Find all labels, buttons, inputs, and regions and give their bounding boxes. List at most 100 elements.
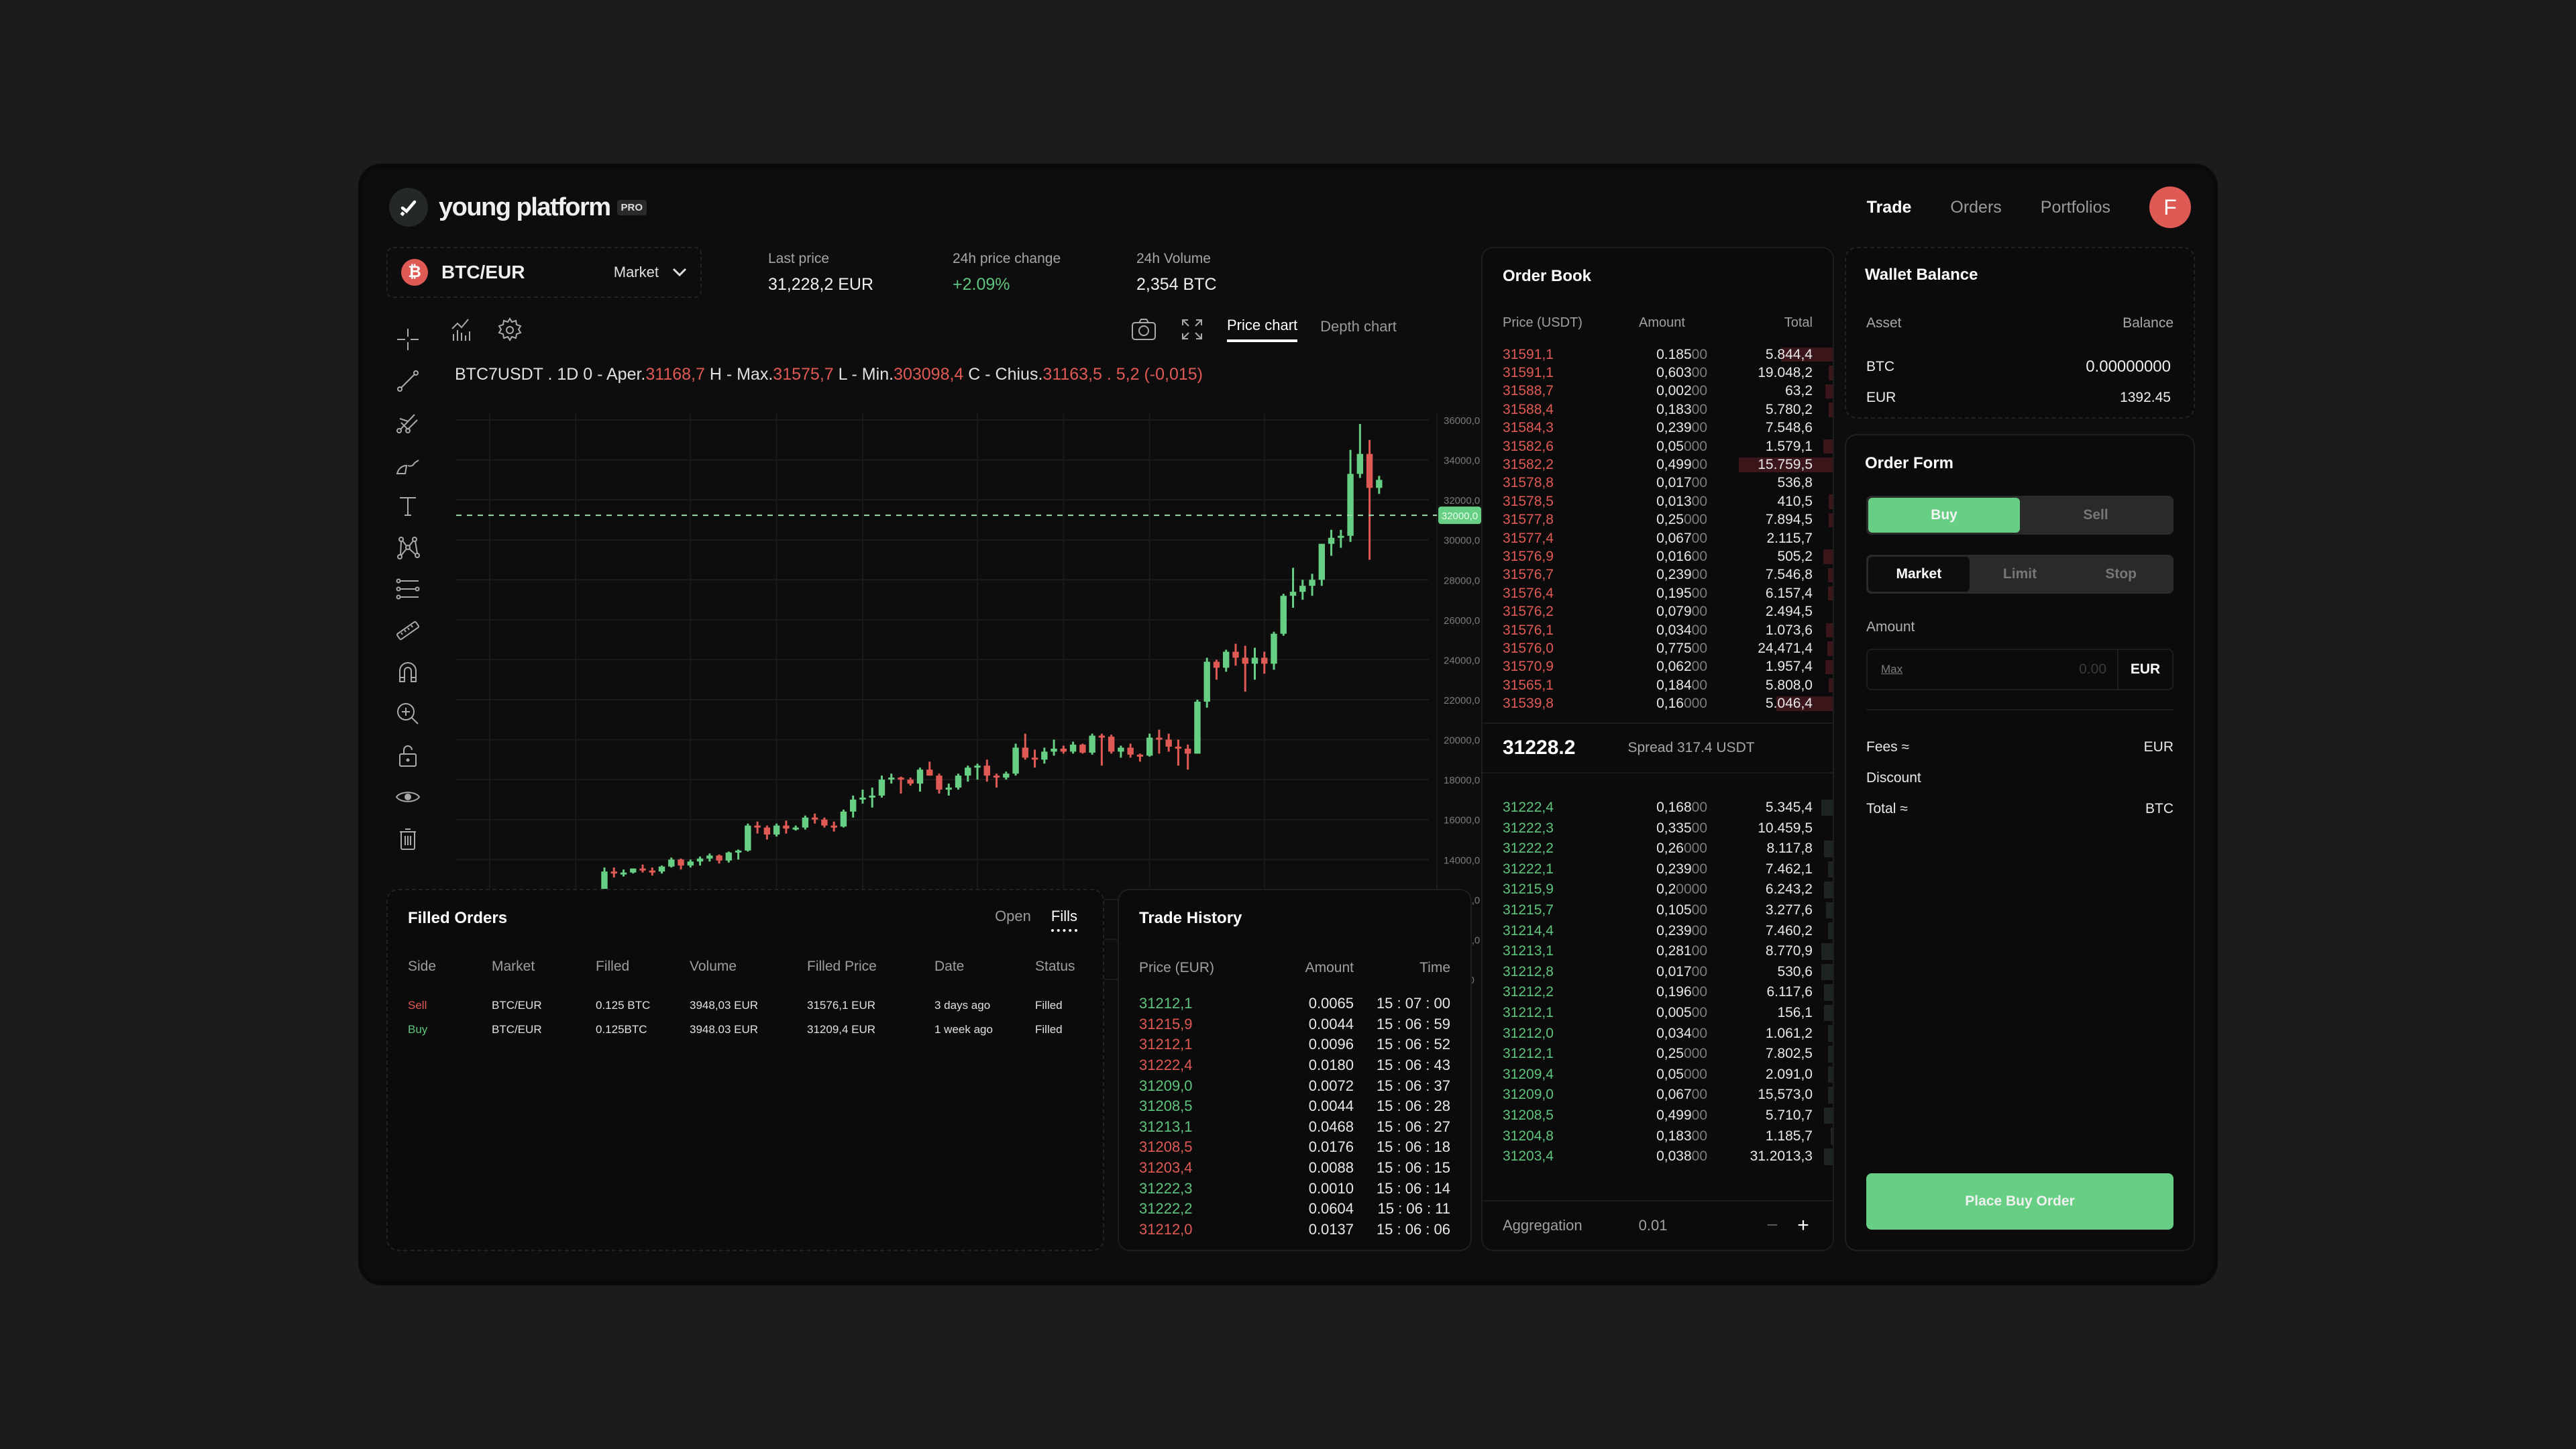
ask-row[interactable]: 31591,1 0.18500 5.844,4 [1483, 345, 1833, 364]
ask-row[interactable]: 31578,8 0,01700 536,8 [1483, 474, 1833, 492]
bid-row[interactable]: 31222,2 0,26000 8.117,8 [1483, 839, 1833, 859]
ask-row[interactable]: 31582,2 0,49900 15.759,5 [1483, 455, 1833, 474]
ask-row[interactable]: 31576,1 0,03400 1.073,6 [1483, 621, 1833, 639]
book-amount: 0,20000 [1617, 881, 1707, 898]
pitchfork-icon[interactable] [386, 402, 429, 443]
stop-tab[interactable]: Stop [2070, 557, 2171, 592]
nav-orders[interactable]: Orders [1950, 198, 2001, 217]
lock-icon[interactable] [386, 735, 429, 776]
brand-logo[interactable]: young platform PRO [389, 188, 647, 227]
fib-icon[interactable] [386, 568, 429, 610]
brush-icon[interactable] [386, 443, 429, 485]
pattern-icon[interactable] [386, 527, 429, 568]
ask-row[interactable]: 31588,7 0,00200 63,2 [1483, 382, 1833, 400]
book-amount: 0,60300 [1617, 365, 1707, 381]
ask-row[interactable]: 31588,4 0,18300 5.780,2 [1483, 400, 1833, 419]
ask-row[interactable]: 31576,4 0,19500 6.157,4 [1483, 584, 1833, 602]
bid-row[interactable]: 31209,4 0,05000 2.091,0 [1483, 1065, 1833, 1085]
market-selector[interactable]: ₿ BTC/EUR Market [386, 247, 702, 298]
depth-bar [1828, 1045, 1833, 1063]
ask-row[interactable]: 31576,7 0,23900 7.546,8 [1483, 566, 1833, 584]
trade-time: 15 : 07 : 00 [1376, 995, 1450, 1012]
bid-row[interactable]: 31204,8 0,18300 1.185,7 [1483, 1126, 1833, 1146]
place-buy-order-button[interactable]: Place Buy Order [1866, 1173, 2174, 1230]
aggregation-increase-button[interactable]: + [1794, 1214, 1813, 1236]
bid-row[interactable]: 31212,1 0,00500 156,1 [1483, 1003, 1833, 1024]
amount-main: 0,05 [1656, 1066, 1684, 1082]
text-icon[interactable] [386, 485, 429, 527]
max-link[interactable]: Max [1881, 663, 1902, 676]
bid-row[interactable]: 31222,3 0,33500 10.459,5 [1483, 818, 1833, 839]
bid-row[interactable]: 31215,9 0,20000 6.243,2 [1483, 879, 1833, 900]
bid-row[interactable]: 31212,2 0,19600 6.117,6 [1483, 982, 1833, 1003]
trade-amount: 0.0468 [1308, 1118, 1354, 1135]
candle-body [1108, 737, 1115, 752]
ask-row[interactable]: 31565,1 0,18400 5.808,0 [1483, 676, 1833, 694]
buy-tab[interactable]: Buy [1868, 498, 2020, 533]
sell-tab[interactable]: Sell [2020, 498, 2171, 533]
ask-row[interactable]: 31576,0 0,77500 24,471,4 [1483, 639, 1833, 657]
depth-bar [1828, 1066, 1833, 1083]
ask-row[interactable]: 31576,9 0,01600 505,2 [1483, 547, 1833, 566]
zoom-in-icon[interactable] [386, 693, 429, 735]
ask-row[interactable]: 31577,4 0,06700 2.115,7 [1483, 529, 1833, 547]
bid-row[interactable]: 31215,7 0,10500 3.277,6 [1483, 900, 1833, 921]
trash-icon[interactable] [386, 818, 429, 859]
bid-row[interactable]: 31212,1 0,25000 7.802,5 [1483, 1044, 1833, 1065]
market-tab[interactable]: Market [1868, 557, 1970, 592]
bid-row[interactable]: 31212,8 0,01700 530,6 [1483, 962, 1833, 983]
book-total: 8.770,9 [1765, 943, 1813, 959]
magnet-icon[interactable] [386, 651, 429, 693]
wallet-title: Wallet Balance [1865, 266, 1978, 284]
ask-row[interactable]: 31582,6 0,05000 1.579,1 [1483, 437, 1833, 455]
bid-row[interactable]: 31214,4 0,23900 7.460,2 [1483, 920, 1833, 941]
bid-row[interactable]: 31203,4 0,03800 31.2013,3 [1483, 1146, 1833, 1167]
limit-tab[interactable]: Limit [1970, 557, 2071, 592]
table-row[interactable]: Buy BTC/EUR 0.125BTC 3948.03 EUR 31209,4 EUR… [388, 1018, 1103, 1042]
crosshair-icon[interactable] [386, 319, 429, 360]
nav-portfolios[interactable]: Portfolios [2041, 198, 2110, 217]
top-nav: Trade Orders Portfolios F [1867, 186, 2191, 228]
fees-currency: EUR [2143, 739, 2174, 755]
market-mode-dropdown[interactable]: Market [614, 264, 687, 281]
amount-currency[interactable]: EUR [2117, 650, 2172, 689]
indicators-icon[interactable] [449, 317, 476, 343]
book-price: 31576,2 [1503, 604, 1554, 620]
bid-row[interactable]: 31209,0 0,06700 15,573,0 [1483, 1085, 1833, 1106]
ask-row[interactable]: 31539,8 0,16000 5.046,4 [1483, 694, 1833, 712]
tab-depth-chart[interactable]: Depth chart [1320, 318, 1397, 341]
tab-fills[interactable]: Fills [1051, 908, 1077, 932]
bid-row[interactable]: 31208,5 0,49900 5.710,7 [1483, 1106, 1833, 1126]
candle-body [639, 868, 646, 871]
ask-row[interactable]: 31591,1 0,60300 19.048,2 [1483, 364, 1833, 382]
amount-input[interactable] [1902, 661, 2117, 678]
col-balance: Balance [2123, 315, 2174, 331]
ask-row[interactable]: 31584,3 0,23900 7.548,6 [1483, 419, 1833, 437]
ask-row[interactable]: 31577,8 0,25000 7.894,5 [1483, 511, 1833, 529]
amount-main: 0,05 [1656, 438, 1684, 454]
depth-bar [1828, 922, 1833, 939]
book-amount: 0,19500 [1617, 586, 1707, 602]
tab-open[interactable]: Open [995, 908, 1031, 932]
ohlc-legend: BTC7USDT . 1D 0 - Aper.31168,7 H - Max.3… [455, 365, 1203, 384]
book-price: 31212,0 [1503, 1025, 1554, 1041]
fullscreen-icon[interactable] [1180, 317, 1204, 341]
ruler-icon[interactable] [386, 610, 429, 651]
aggregation-decrease-button[interactable]: − [1763, 1214, 1782, 1236]
bid-row[interactable]: 31213,1 0,28100 8.770,9 [1483, 941, 1833, 962]
nav-trade[interactable]: Trade [1867, 198, 1912, 217]
user-avatar[interactable]: F [2149, 186, 2191, 228]
bid-row[interactable]: 31212,0 0,03400 1.061,2 [1483, 1023, 1833, 1044]
eye-icon[interactable] [386, 776, 429, 818]
tab-price-chart[interactable]: Price chart [1227, 317, 1298, 342]
trendline-icon[interactable] [386, 360, 429, 402]
bid-row[interactable]: 31222,4 0,16800 5.345,4 [1483, 798, 1833, 818]
ask-row[interactable]: 31570,9 0,06200 1.957,4 [1483, 658, 1833, 676]
settings-gear-icon[interactable] [496, 317, 523, 343]
table-row[interactable]: Sell BTC/EUR 0.125 BTC 3948,03 EUR 31576,1 E… [388, 994, 1103, 1018]
camera-icon[interactable] [1130, 317, 1157, 342]
order-book-panel: Order Book Price (USDT) Amount Total 315… [1481, 247, 1834, 1251]
ask-row[interactable]: 31576,2 0,07900 2.494,5 [1483, 602, 1833, 621]
bid-row[interactable]: 31222,1 0,23900 7.462,1 [1483, 859, 1833, 880]
ask-row[interactable]: 31578,5 0,01300 410,5 [1483, 492, 1833, 511]
